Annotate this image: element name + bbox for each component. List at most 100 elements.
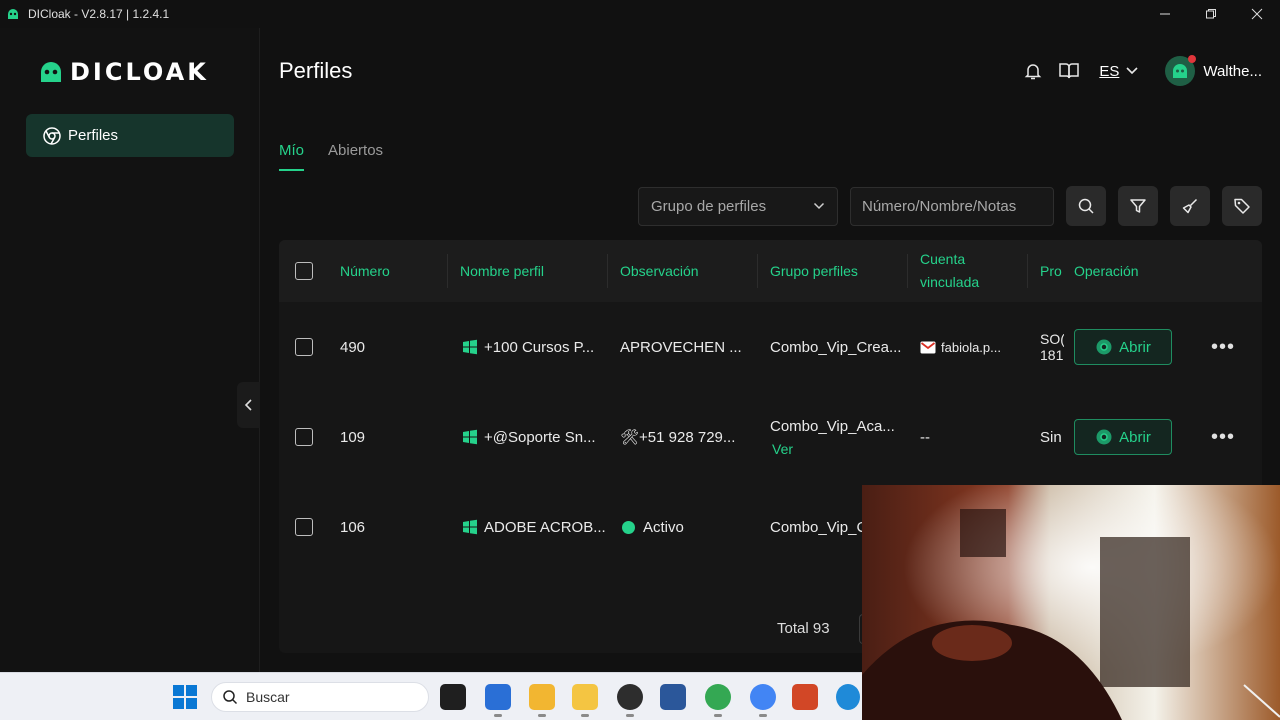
column-divider <box>447 254 448 288</box>
profile-group: Combo_Vip_Crea... <box>770 338 902 356</box>
group-view-link[interactable]: Ver <box>772 441 793 457</box>
select-all-checkbox[interactable] <box>295 262 313 280</box>
row-select-cell <box>295 482 313 572</box>
profile-group-cell: Combo_Vip_Aca... Ver <box>770 392 895 482</box>
close-icon <box>1251 8 1263 20</box>
clean-button[interactable] <box>1170 186 1210 226</box>
running-indicator <box>759 714 767 717</box>
more-options-button[interactable]: ••• <box>1211 302 1235 392</box>
row-checkbox[interactable] <box>295 518 313 536</box>
chevron-down-icon <box>813 202 825 210</box>
profile-observation-cell: Activo <box>622 482 684 572</box>
user-menu[interactable]: Walthe... <box>1165 55 1262 86</box>
column-header-proxy[interactable]: Pro <box>1040 240 1062 302</box>
open-profile-label: Abrir <box>1119 338 1151 356</box>
column-header-account[interactable]: Cuenta vinculada <box>920 240 979 302</box>
taskbar-search-label: Buscar <box>246 689 290 705</box>
sidebar: DICLOAK Perfiles <box>0 28 260 672</box>
table-row[interactable]: 109 +@Soporte Sn... 🛠+51 928 729... Comb… <box>279 392 1262 482</box>
app-window: DICloak - V2.8.17 | 1.2.4.1 DICLOAK Perf… <box>0 0 1280 720</box>
proxy-line1: Sin <box>1040 428 1062 446</box>
chevron-down-icon <box>1126 67 1138 75</box>
profile-name: +@Soporte Sn... <box>484 428 596 446</box>
window-controls <box>1142 0 1280 28</box>
restore-button[interactable] <box>1188 0 1234 28</box>
sidebar-item-perfiles[interactable]: Perfiles <box>26 114 234 157</box>
status-dot <box>622 520 635 534</box>
brand-name: DICLOAK <box>70 58 209 86</box>
filter-icon <box>1130 199 1146 213</box>
language-selector[interactable]: ES <box>1099 63 1139 80</box>
column-header-group[interactable]: Grupo perfiles <box>770 240 858 302</box>
tag-icon <box>1234 198 1250 214</box>
column-divider <box>907 254 908 288</box>
filter-button[interactable] <box>1118 186 1158 226</box>
row-select-cell <box>295 392 313 482</box>
row-checkbox[interactable] <box>295 338 313 356</box>
column-header-account-line1: Cuenta <box>920 251 966 267</box>
user-name: Walthe... <box>1203 62 1262 80</box>
brand-logo: DICLOAK <box>38 58 209 86</box>
profile-group-placeholder: Grupo de perfiles <box>651 197 767 215</box>
windows-icon <box>463 429 477 445</box>
more-icon: ••• <box>1211 425 1236 448</box>
windows-taskbar: Buscar <box>0 672 862 720</box>
brush-icon <box>1182 198 1198 214</box>
docs-button[interactable] <box>1057 59 1081 83</box>
close-button[interactable] <box>1234 0 1280 28</box>
total-count: Total 93 <box>777 620 830 637</box>
running-indicator <box>538 714 546 717</box>
collapse-sidebar-button[interactable] <box>237 382 260 428</box>
profile-group-select[interactable]: Grupo de perfiles <box>638 186 838 226</box>
language-code: ES <box>1099 62 1120 80</box>
proxy-line2: 181 <box>1040 347 1064 363</box>
column-header-account-line2: vinculada <box>920 274 980 290</box>
column-header-number[interactable]: Número <box>340 240 390 302</box>
store-icon[interactable] <box>485 684 511 710</box>
header-actions: ES Walthe... <box>1009 53 1262 89</box>
open-profile-button[interactable]: Abrir <box>1074 329 1172 365</box>
column-divider <box>757 254 758 288</box>
minimize-button[interactable] <box>1142 0 1188 28</box>
tab-abiertos[interactable]: Abiertos <box>328 142 383 171</box>
search-icon <box>1078 198 1094 214</box>
search-input[interactable] <box>850 186 1054 226</box>
filter-toolbar: Grupo de perfiles <box>638 186 1262 226</box>
open-profile-button[interactable]: Abrir <box>1074 419 1172 455</box>
profile-observation: Activo <box>643 518 684 536</box>
row-checkbox[interactable] <box>295 428 313 446</box>
running-indicator <box>494 714 502 717</box>
word-icon[interactable] <box>660 684 686 710</box>
tab-mio[interactable]: Mío <box>279 142 305 171</box>
webcam-overlay <box>862 485 1280 720</box>
search-button[interactable] <box>1066 186 1106 226</box>
column-divider <box>607 254 608 288</box>
edge-icon[interactable] <box>836 684 860 710</box>
chrome-icon <box>1096 339 1112 355</box>
column-header-name[interactable]: Nombre perfil <box>460 240 544 302</box>
chrome-taskbar-icon[interactable] <box>705 684 731 710</box>
media-player-icon[interactable] <box>572 684 598 710</box>
tags-button[interactable] <box>1222 186 1262 226</box>
profile-group: Combo_Vip_Cr <box>770 518 873 536</box>
column-header-observation[interactable]: Observación <box>620 240 699 302</box>
table-row[interactable]: 490 +100 Cursos P... APROVECHEN ... Comb… <box>279 302 1262 392</box>
windows-start-icon[interactable] <box>172 684 198 710</box>
linked-account: -- <box>920 428 930 446</box>
profile-observation: 🛠+51 928 729... <box>620 429 736 446</box>
title-bar: DICloak - V2.8.17 | 1.2.4.1 <box>0 0 1280 28</box>
obs-icon[interactable] <box>617 684 643 710</box>
profile-name: +100 Cursos P... <box>484 338 595 356</box>
profile-name: ADOBE ACROB... <box>484 518 606 536</box>
profile-name-cell: +@Soporte Sn... <box>462 392 596 482</box>
profile-group: Combo_Vip_Aca... <box>770 417 895 435</box>
profile-number: 109 <box>340 428 366 446</box>
chrome-profile-taskbar-icon[interactable] <box>750 684 776 710</box>
taskbar-search[interactable]: Buscar <box>211 682 429 712</box>
powerpoint-icon[interactable] <box>792 684 818 710</box>
task-view-icon[interactable] <box>440 684 466 710</box>
running-indicator <box>626 714 634 717</box>
more-options-button[interactable]: ••• <box>1211 392 1235 482</box>
notifications-button[interactable] <box>1021 59 1045 83</box>
file-explorer-icon[interactable] <box>529 684 555 710</box>
